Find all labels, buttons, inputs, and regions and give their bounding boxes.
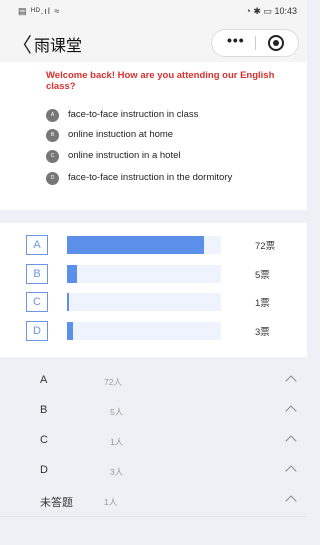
back-icon[interactable]: 〈 <box>12 29 32 58</box>
answer-label: C <box>40 434 48 446</box>
result-votes: 72票 <box>255 241 276 252</box>
result-votes: 1票 <box>255 298 270 309</box>
result-track <box>67 236 221 254</box>
result-row-b: B 5票 <box>0 264 307 284</box>
answer-row-b[interactable]: B 5人 <box>0 396 307 427</box>
result-label: A <box>26 235 48 255</box>
chevron-up-icon[interactable] <box>285 465 297 477</box>
question-text: Welcome back! How are you attending our … <box>46 70 275 92</box>
result-row-a: A 72票 <box>0 235 307 255</box>
chevron-up-icon[interactable] <box>285 405 297 417</box>
option-d: Dface-to-face instruction in the dormito… <box>46 171 232 185</box>
answer-row-a[interactable]: A 72人 <box>0 366 307 397</box>
option-badge: B <box>46 128 59 142</box>
status-signal: ▤ ᴴᴰ.ıl ≈ <box>18 6 61 16</box>
close-icon[interactable] <box>268 35 284 51</box>
answer-row-d[interactable]: D 3人 <box>0 456 307 487</box>
result-row-d: D 3票 <box>0 321 307 341</box>
option-badge: C <box>46 149 59 163</box>
answer-count: 72人 <box>104 377 122 387</box>
result-label: D <box>26 321 48 341</box>
chevron-up-icon[interactable] <box>285 495 297 507</box>
option-text: online instruction in a hotel <box>68 150 181 161</box>
result-bar <box>67 322 73 340</box>
mini-program-capsule: ••• <box>211 29 299 57</box>
result-label: B <box>26 264 48 284</box>
capsule-divider <box>255 36 256 50</box>
answer-label: B <box>40 404 48 416</box>
answer-label: A <box>40 374 48 386</box>
answer-label: 未答题 <box>40 497 73 509</box>
result-track <box>67 293 221 311</box>
option-a: Aface-to-face instruction in class <box>46 108 198 122</box>
answer-row-unanswered[interactable]: 未答题 1人 <box>0 486 307 517</box>
result-bar <box>67 265 77 283</box>
result-row-c: C 1票 <box>0 292 307 312</box>
answer-label: D <box>40 464 48 476</box>
page-title: 雨课堂 <box>34 38 83 55</box>
result-track <box>67 265 221 283</box>
result-bar <box>67 236 204 254</box>
answer-count: 3人 <box>110 467 124 477</box>
option-text: face-to-face instruction in class <box>68 109 199 120</box>
result-votes: 5票 <box>255 270 270 281</box>
result-track <box>67 322 221 340</box>
more-icon[interactable]: ••• <box>227 32 245 48</box>
chevron-up-icon[interactable] <box>285 375 297 387</box>
option-text: online instuction at home <box>68 129 174 140</box>
option-c: Conline instruction in a hotel <box>46 149 181 163</box>
result-bar <box>67 293 69 311</box>
option-badge: D <box>46 171 59 185</box>
answer-count: 1人 <box>110 437 124 447</box>
answer-count: 5人 <box>110 407 124 417</box>
result-label: C <box>26 292 48 312</box>
option-text: face-to-face instruction in the dormitor… <box>68 172 233 183</box>
chevron-up-icon[interactable] <box>285 435 297 447</box>
status-clock: ◔ ✱ ▭ 10:43 <box>245 6 297 16</box>
option-b: Bonline instuction at home <box>46 128 173 142</box>
answer-count: 1人 <box>104 497 118 507</box>
result-votes: 3票 <box>255 327 270 338</box>
status-bar: ▤ ᴴᴰ.ıl ≈ ◔ ✱ ▭ 10:43 <box>0 0 307 22</box>
option-badge: A <box>46 108 59 122</box>
nav-bar: 〈 雨课堂 ••• <box>0 22 307 62</box>
answer-row-c[interactable]: C 1人 <box>0 426 307 457</box>
